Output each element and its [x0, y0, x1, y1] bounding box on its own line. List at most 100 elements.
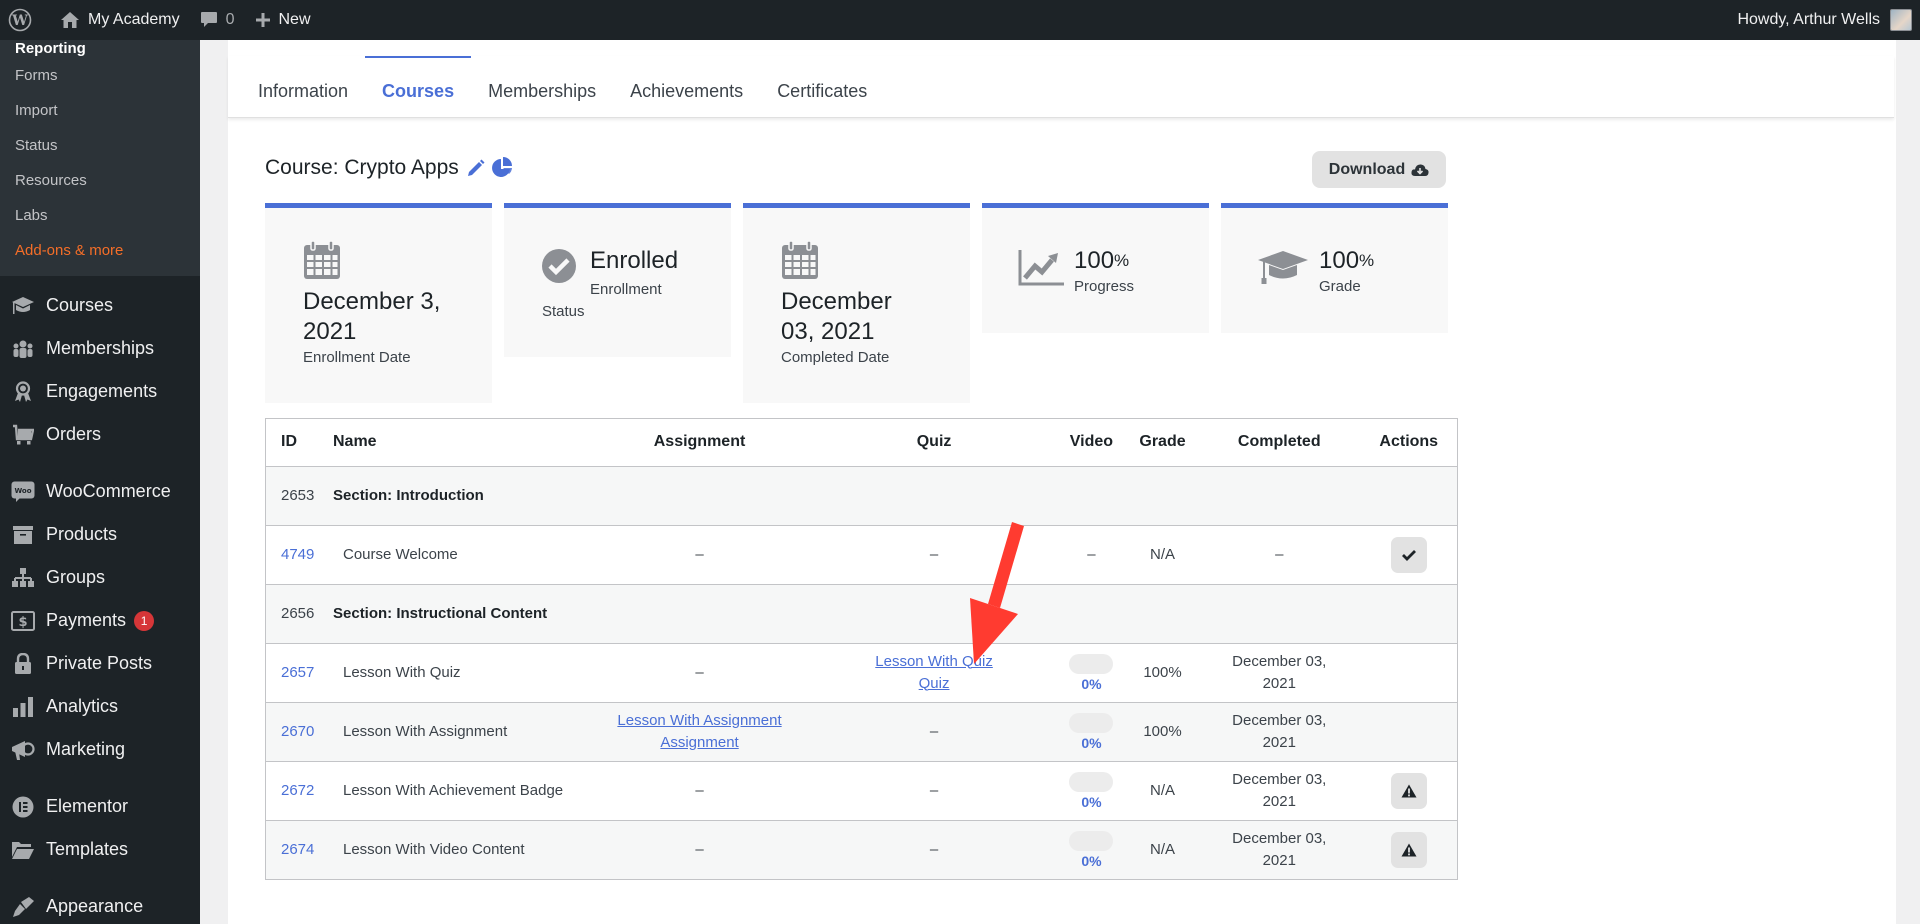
completed-cell: December 03, 2021: [1198, 642, 1361, 702]
warning-action-button[interactable]: [1390, 831, 1427, 868]
submenu-item-forms[interactable]: Forms: [0, 58, 200, 93]
lesson-id-link[interactable]: 2672: [281, 782, 314, 799]
completed-date-value: December 03, 2021: [781, 288, 892, 345]
grade-unit: %: [1359, 251, 1375, 270]
assignment-cell: –: [586, 819, 813, 879]
mark-complete-button[interactable]: [1390, 536, 1427, 573]
tab-memberships[interactable]: Memberships: [488, 56, 596, 118]
user-avatar: [1890, 9, 1912, 31]
section-id: 2653: [266, 465, 333, 525]
submenu-item-resources[interactable]: Resources: [0, 163, 200, 198]
sidebar-item-analytics[interactable]: Analytics: [0, 685, 200, 728]
download-button[interactable]: Download: [1312, 151, 1446, 188]
new-content-button[interactable]: New: [245, 0, 321, 40]
sidebar-item-payments[interactable]: $ Payments 1: [0, 599, 200, 642]
sitemap-icon: [10, 565, 36, 591]
graduation-cap-icon: [1257, 250, 1309, 286]
lesson-id-link[interactable]: 2670: [281, 723, 314, 740]
sidebar-item-templates[interactable]: Templates: [0, 828, 200, 871]
svg-text:Woo: Woo: [14, 487, 31, 495]
warning-icon: [1401, 784, 1417, 797]
sidebar-item-memberships[interactable]: Memberships: [0, 327, 200, 370]
completed-date-label: Completed Date: [781, 349, 890, 366]
lesson-id-link[interactable]: 2657: [281, 664, 314, 681]
col-header-assignment: Assignment: [653, 433, 746, 451]
lesson-name: Course Welcome: [333, 524, 587, 584]
sidebar-item-label: Elementor: [46, 796, 129, 816]
video-cell: 0%: [1055, 819, 1127, 879]
sidebar-item-elementor[interactable]: Elementor: [0, 785, 200, 828]
sidebar-item-courses[interactable]: Courses: [0, 284, 200, 327]
progress-unit: %: [1114, 251, 1130, 270]
submenu-item-status[interactable]: Status: [0, 128, 200, 163]
pencil-icon[interactable]: [467, 159, 485, 177]
sidebar-item-groups[interactable]: Groups: [0, 556, 200, 599]
actions-cell: [1360, 701, 1457, 761]
assignment-cell: –: [586, 524, 813, 584]
table-row: 2672 Lesson With Achievement Badge – – 0…: [266, 760, 1457, 820]
sidebar-item-label: Courses: [46, 295, 114, 315]
sidebar-item-woocommerce[interactable]: Woo WooCommerce: [0, 470, 200, 513]
comments-link[interactable]: 0: [190, 0, 245, 40]
lesson-id-cell: 4749: [266, 524, 333, 584]
sidebar-item-marketing[interactable]: Marketing: [0, 728, 200, 771]
assignment-cell: Lesson With Assignment Assignment: [586, 701, 813, 761]
course-title-row: Course: Crypto Apps: [265, 156, 513, 180]
progress-value: 100: [1074, 247, 1115, 274]
grade-label: Grade: [1319, 278, 1361, 295]
tab-information[interactable]: Information: [258, 56, 348, 118]
video-progress-value: 0%: [1081, 675, 1102, 692]
tab-certificates[interactable]: Certificates: [777, 56, 867, 118]
wordpress-logo-button[interactable]: W: [0, 0, 50, 40]
lesson-id-link[interactable]: 4749: [281, 546, 314, 563]
submenu-item-labs[interactable]: Labs: [0, 198, 200, 233]
lock-icon: [10, 651, 36, 677]
submenu: Reporting Forms Import Status Resources …: [0, 40, 200, 276]
table-row: 2670 Lesson With Assignment Lesson With …: [266, 701, 1457, 761]
assignment-link[interactable]: Lesson With Assignment Assignment: [607, 710, 792, 754]
submenu-item-addons[interactable]: Add-ons & more: [0, 233, 200, 268]
sidebar-item-orders[interactable]: Orders: [0, 413, 200, 456]
sidebar-item-label: WooCommerce: [46, 481, 171, 501]
tab-achievements[interactable]: Achievements: [630, 56, 743, 118]
submenu-item-reporting[interactable]: Reporting: [0, 40, 200, 57]
sidebar-item-private-posts[interactable]: Private Posts: [0, 642, 200, 685]
sidebar-item-products[interactable]: Products: [0, 513, 200, 556]
lesson-id-link[interactable]: 2674: [281, 841, 314, 858]
pie-chart-icon[interactable]: [491, 157, 513, 179]
sidebar-item-label: Private Posts: [46, 653, 153, 673]
payments-badge: 1: [134, 610, 155, 631]
quiz-link[interactable]: Lesson With Quiz Quiz: [869, 651, 999, 695]
enrollment-date-card: December 3, 2021 Enrollment Date: [265, 203, 492, 403]
completed-date: December 03, 2021: [1232, 711, 1327, 751]
user-account-menu[interactable]: Howdy, Arthur Wells: [1727, 0, 1920, 40]
actions-cell: [1360, 760, 1457, 820]
sidebar-item-appearance[interactable]: Appearance: [0, 885, 200, 924]
quiz-cell: –: [812, 760, 1056, 820]
video-cell: 0%: [1055, 701, 1127, 761]
video-progress-bar: [1069, 712, 1114, 733]
site-name-link[interactable]: My Academy: [50, 0, 190, 40]
grade-cell: N/A: [1126, 524, 1199, 584]
comments-count: 0: [225, 11, 235, 28]
completed-date: December 03, 2021: [1232, 652, 1327, 692]
completed-cell: –: [1198, 524, 1361, 584]
quiz-cell: –: [812, 701, 1056, 761]
video-progress-value: 0%: [1081, 852, 1102, 869]
lesson-name: Lesson With Video Content: [333, 819, 587, 879]
users-icon: [10, 336, 36, 362]
submenu-item-import[interactable]: Import: [0, 93, 200, 128]
lesson-name: Lesson With Assignment: [333, 701, 587, 761]
completed-date-card: December 03, 2021 Completed Date: [743, 203, 970, 403]
table-header-row: ID Name Assignment Quiz Video Grade Comp…: [266, 419, 1457, 466]
enrollment-status-card: Enrolled Enrollment Status: [504, 203, 731, 357]
completed-date: December 03, 2021: [1232, 829, 1327, 869]
graduation-cap-icon: [10, 293, 36, 319]
main-content: Information Courses Memberships Achievem…: [200, 40, 1920, 924]
tab-courses[interactable]: Courses: [365, 55, 472, 118]
award-icon: [10, 379, 36, 405]
grade-cell: 100%: [1126, 642, 1199, 702]
sidebar-item-engagements[interactable]: Engagements: [0, 370, 200, 413]
warning-action-button[interactable]: [1390, 772, 1427, 809]
video-progress-bar: [1069, 771, 1114, 792]
